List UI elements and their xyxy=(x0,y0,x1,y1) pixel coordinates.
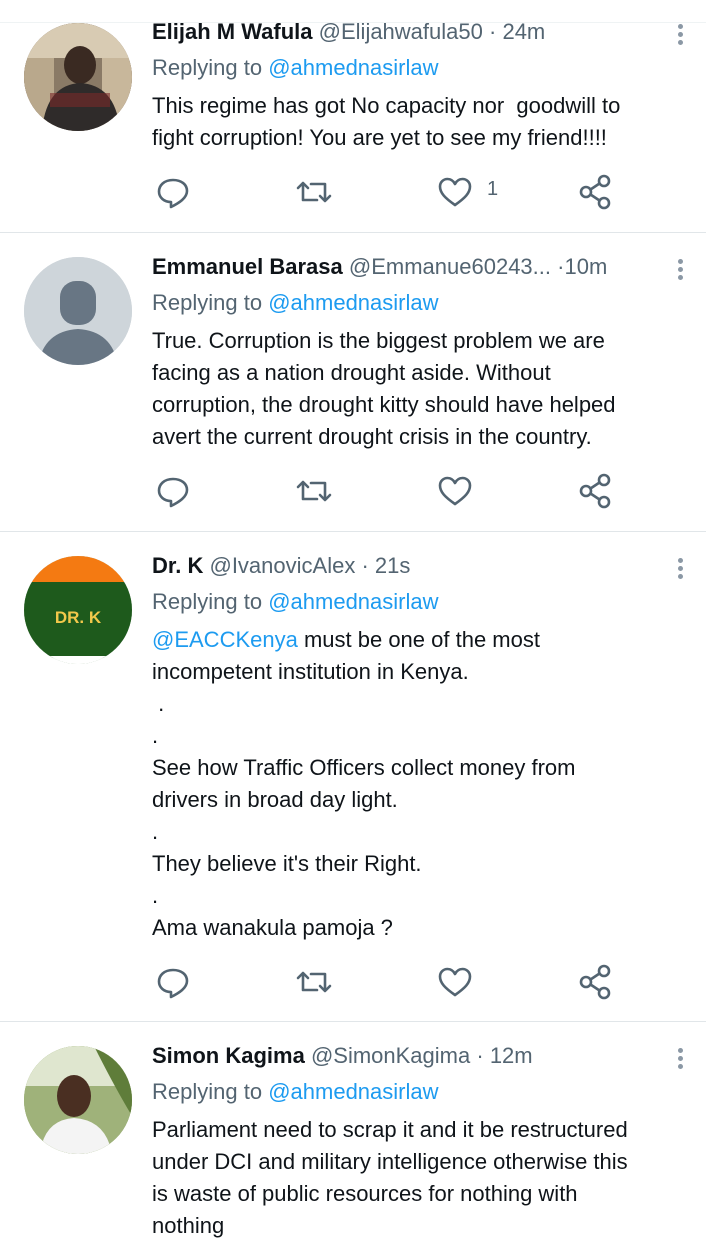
tweet-line: fight corruption! You are yet to see my … xyxy=(152,125,607,150)
default-profile-icon xyxy=(24,257,132,365)
share-icon[interactable] xyxy=(576,471,616,511)
tweet-text: This regime has got No capacity nor good… xyxy=(152,90,697,154)
tweet-actions xyxy=(0,471,706,511)
tweet-header: Simon Kagima @SimonKagima · 12m xyxy=(152,1041,652,1071)
tweet-text: Parliament need to scrap it and it be re… xyxy=(152,1114,697,1242)
tweet-line: True. Corruption is the biggest problem … xyxy=(152,328,605,353)
separator-dot: · xyxy=(476,1043,484,1068)
tweet-line: . xyxy=(152,723,159,748)
like-icon[interactable] xyxy=(435,962,475,1002)
tweet-line: under DCI and military intelligence othe… xyxy=(152,1149,628,1174)
more-icon[interactable] xyxy=(670,256,690,284)
timestamp[interactable]: 21s xyxy=(375,553,410,578)
more-icon[interactable] xyxy=(670,555,690,583)
tweet-divider xyxy=(0,232,706,233)
author-name[interactable]: Dr. K xyxy=(152,553,203,578)
reply-mention-link[interactable]: @ahmednasirlaw xyxy=(268,589,438,614)
retweet-icon[interactable] xyxy=(294,172,334,212)
timestamp[interactable]: 24m xyxy=(502,19,545,44)
author-handle[interactable]: @IvanovicAlex xyxy=(209,553,355,578)
replying-to-label: Replying to xyxy=(152,290,263,315)
like-icon[interactable] xyxy=(435,471,475,511)
author-name[interactable]: Elijah M Wafula xyxy=(152,19,313,44)
reply-mention-link[interactable]: @ahmednasirlaw xyxy=(268,55,438,80)
tweet-header: Dr. K @IvanovicAlex · 21s xyxy=(152,551,652,581)
tweet-line: This regime has got No capacity nor good… xyxy=(152,93,621,118)
author-handle[interactable]: @Elijahwafula50 xyxy=(319,19,483,44)
replying-to: Replying to @ahmednasirlaw xyxy=(152,53,439,83)
like-count: 1 xyxy=(487,178,499,200)
author-name[interactable]: Emmanuel Barasa xyxy=(152,254,343,279)
tweet-line: incompetent institution in Kenya. xyxy=(152,659,469,684)
separator-dot: · xyxy=(361,553,369,578)
tweet-line: . xyxy=(152,819,159,844)
tweet-divider xyxy=(0,1021,706,1022)
share-icon[interactable] xyxy=(576,962,616,1002)
tweet-line: avert the current drought crisis in the … xyxy=(152,424,592,449)
tweet-line: corruption, the drought kitty should hav… xyxy=(152,392,616,417)
like-icon[interactable] xyxy=(435,172,475,212)
avatar[interactable] xyxy=(24,23,132,131)
tweet-actions: 1 xyxy=(0,172,706,212)
more-icon[interactable] xyxy=(670,1045,690,1073)
avatar-text: DR. K xyxy=(55,608,102,627)
tweet-line: Parliament need to scrap it and it be re… xyxy=(152,1117,628,1142)
tweet-line: is waste of public resources for nothing… xyxy=(152,1181,578,1206)
avatar[interactable]: DR. K xyxy=(24,556,132,664)
reply-mention-link[interactable]: @ahmednasirlaw xyxy=(268,290,438,315)
timestamp[interactable]: 12m xyxy=(490,1043,533,1068)
tweet-line: They believe it's their Right. xyxy=(152,851,422,876)
replying-to: Replying to @ahmednasirlaw xyxy=(152,1077,439,1107)
replying-to: Replying to @ahmednasirlaw xyxy=(152,587,439,617)
avatar-photo xyxy=(24,1046,132,1154)
tweet-text: True. Corruption is the biggest problem … xyxy=(152,325,697,453)
share-icon[interactable] xyxy=(576,172,616,212)
replying-to-label: Replying to xyxy=(152,1079,263,1104)
replying-to-label: Replying to xyxy=(152,55,263,80)
avatar[interactable] xyxy=(24,1046,132,1154)
reply-icon[interactable] xyxy=(153,471,193,511)
tweet-header: Emmanuel Barasa @Emmanue60243... ·10m xyxy=(152,252,652,282)
tweet-actions xyxy=(0,962,706,1002)
avatar-logo: DR. K xyxy=(24,556,132,664)
reply-mention-link[interactable]: @ahmednasirlaw xyxy=(268,1079,438,1104)
avatar-photo xyxy=(24,23,132,131)
tweet-line: facing as a nation drought aside. Withou… xyxy=(152,360,551,385)
tweet-line: . xyxy=(152,883,159,908)
tweet-text: @EACCKenya must be one of the most incom… xyxy=(152,624,697,944)
tweet-line: . xyxy=(152,691,165,716)
replying-to: Replying to @ahmednasirlaw xyxy=(152,288,439,318)
tweet-divider xyxy=(0,531,706,532)
more-icon[interactable] xyxy=(670,21,690,49)
avatar[interactable] xyxy=(24,257,132,365)
reply-icon[interactable] xyxy=(153,172,193,212)
tweet-line: See how Traffic Officers collect money f… xyxy=(152,755,576,780)
separator-dot: · xyxy=(489,19,497,44)
author-name[interactable]: Simon Kagima xyxy=(152,1043,305,1068)
retweet-icon[interactable] xyxy=(294,962,334,1002)
tweet-line: nothing xyxy=(152,1213,225,1238)
author-handle[interactable]: @SimonKagima xyxy=(311,1043,470,1068)
tweet-header: Elijah M Wafula @Elijahwafula50 · 24m xyxy=(152,17,652,47)
tweet-line: drivers in broad day light. xyxy=(152,787,398,812)
mention-link[interactable]: @EACCKenya xyxy=(152,627,298,652)
reply-icon[interactable] xyxy=(153,962,193,1002)
tweet-line-rest: must be one of the most xyxy=(297,627,540,652)
author-handle[interactable]: @Emmanue60243... xyxy=(349,254,551,279)
tweet-line: Ama wanakula pamoja ? xyxy=(152,915,393,940)
replying-to-label: Replying to xyxy=(152,589,263,614)
timestamp[interactable]: 10m xyxy=(564,254,607,279)
tweet-line: @EACCKenya must be one of the most xyxy=(152,624,697,656)
retweet-icon[interactable] xyxy=(294,471,334,511)
